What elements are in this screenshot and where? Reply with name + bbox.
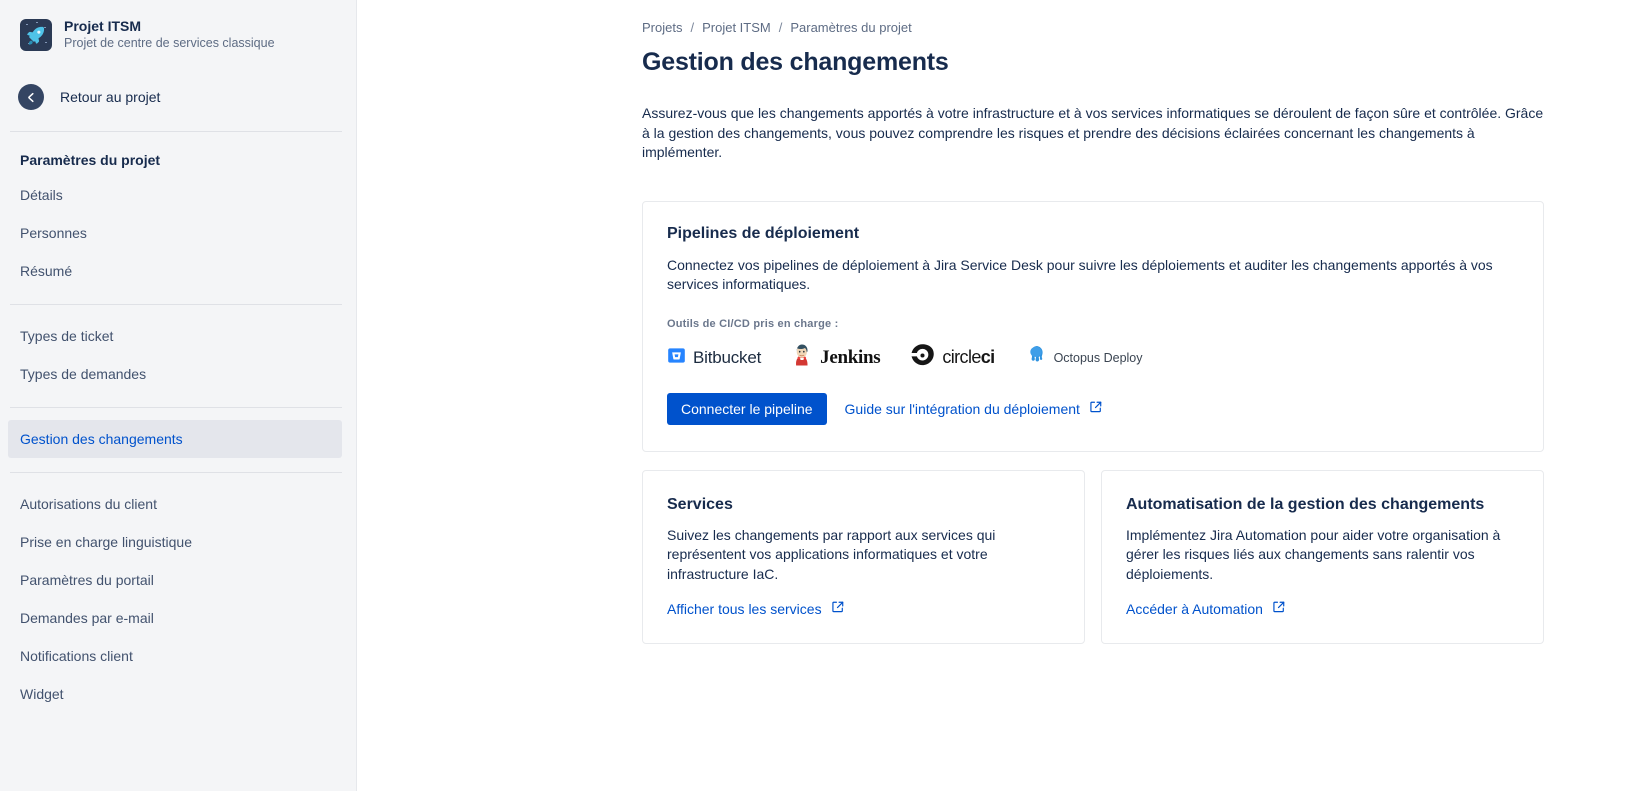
automation-card-description: Implémentez Jira Automation pour aider v…	[1126, 526, 1501, 582]
sidebar-section-customer: Autorisations du client Prise en charge …	[0, 473, 356, 713]
sidebar-section-types: Types de ticket Types de demandes	[0, 305, 356, 393]
rocket-icon	[20, 18, 52, 51]
sidebar-item-demandes-par-e-mail[interactable]: Demandes par e-mail	[8, 599, 342, 637]
sidebar-item-details[interactable]: Détails	[8, 176, 342, 214]
supported-cicd-tools-list: Bitbucket Jenkins circleci Octopus Deplo…	[667, 343, 1519, 373]
pipeline-card-title: Pipelines de déploiement	[667, 224, 860, 242]
supported-cicd-tools-label: Outils de CI/CD pris en charge :	[667, 317, 839, 330]
sidebar-item-gestion-des-changements[interactable]: Gestion des changements	[8, 420, 342, 458]
services-card: Services Suivez les changements par rapp…	[642, 469, 1085, 644]
go-to-automation-label: Accéder à Automation	[1126, 600, 1263, 617]
sidebar-item-types-de-ticket[interactable]: Types de ticket	[8, 317, 342, 355]
change-automation-card: Automatisation de la gestion des changem…	[1101, 469, 1544, 644]
app-root: Projet ITSM Projet de centre de services…	[0, 0, 1637, 791]
automation-card-title: Automatisation de la gestion des changem…	[1126, 495, 1485, 513]
sidebar-section-change: Gestion des changements	[0, 408, 356, 458]
services-card-title: Services	[667, 495, 733, 513]
sidebar-item-prise-en-charge-linguistique[interactable]: Prise en charge linguistique	[8, 523, 342, 561]
deployment-integration-guide-link[interactable]: Guide sur l'intégration du déploiement	[845, 400, 1103, 417]
services-card-description: Suivez les changements par rapport aux s…	[667, 526, 996, 582]
sidebar-item-widget[interactable]: Widget	[8, 675, 342, 713]
octopus-deploy-logo-icon	[1025, 344, 1047, 371]
view-all-services-label: Afficher tous les services	[667, 600, 822, 617]
breadcrumb-item-parametres-du-projet[interactable]: Paramètres du projet	[790, 19, 911, 37]
external-link-icon	[1272, 600, 1286, 617]
breadcrumb-separator: /	[778, 20, 783, 35]
tool-jenkins-label: Jenkins	[820, 346, 881, 368]
project-header[interactable]: Projet ITSM Projet de centre de services…	[0, 0, 356, 51]
sidebar-item-types-de-demandes[interactable]: Types de demandes	[8, 355, 342, 393]
main-content: Projets / Projet ITSM / Paramètres du pr…	[357, 0, 1637, 791]
project-subtitle: Projet de centre de services classique	[64, 36, 275, 50]
project-settings-sidebar: Projet ITSM Projet de centre de services…	[0, 0, 357, 791]
tool-circleci: circleci	[910, 343, 995, 373]
sidebar-item-autorisations-du-client[interactable]: Autorisations du client	[8, 485, 342, 523]
deployment-pipelines-card: Pipelines de déploiement Connectez vos p…	[642, 200, 1544, 452]
tool-octopus-deploy: Octopus Deploy	[1025, 344, 1143, 371]
tool-circleci-label: circleci	[942, 347, 995, 367]
secondary-cards-row: Services Suivez les changements par rapp…	[642, 469, 1544, 644]
page-title: Gestion des changements	[642, 48, 949, 76]
arrow-left-icon	[18, 84, 44, 110]
deployment-integration-guide-label: Guide sur l'intégration du déploiement	[844, 400, 1080, 417]
jenkins-logo-icon	[791, 343, 813, 372]
view-all-services-link[interactable]: Afficher tous les services	[667, 600, 1060, 617]
tool-bitbucket-label: Bitbucket	[693, 347, 762, 367]
external-link-icon	[1089, 400, 1103, 417]
back-to-project-button[interactable]: Retour au projet	[0, 77, 356, 117]
sidebar-item-resume[interactable]: Résumé	[8, 252, 342, 290]
bitbucket-logo-icon	[667, 346, 686, 370]
breadcrumb-item-projets[interactable]: Projets	[642, 19, 682, 37]
pipeline-card-description: Connectez vos pipelines de déploiement à…	[667, 256, 1493, 293]
breadcrumb-separator: /	[690, 20, 695, 35]
project-meta: Projet ITSM Projet de centre de services…	[64, 18, 275, 51]
sidebar-item-notifications-client[interactable]: Notifications client	[8, 637, 342, 675]
project-name: Projet ITSM	[64, 18, 142, 34]
page-description: Assurez-vous que les changements apporté…	[642, 105, 1544, 160]
breadcrumb: Projets / Projet ITSM / Paramètres du pr…	[642, 18, 1637, 38]
circleci-logo-icon	[910, 343, 935, 373]
connect-pipeline-button[interactable]: Connecter le pipeline	[667, 392, 827, 425]
sidebar-section-settings: Paramètres du projet Détails Personnes R…	[0, 132, 356, 290]
sidebar-item-personnes[interactable]: Personnes	[8, 214, 342, 252]
breadcrumb-item-projet-itsm[interactable]: Projet ITSM	[702, 19, 771, 37]
tool-jenkins: Jenkins	[791, 343, 881, 372]
pipeline-card-actions: Connecter le pipeline Guide sur l'intégr…	[667, 392, 1519, 425]
tool-bitbucket: Bitbucket	[667, 346, 761, 370]
external-link-icon	[831, 600, 845, 617]
tool-octopus-deploy-label: Octopus Deploy	[1053, 350, 1143, 365]
sidebar-item-parametres-du-portail[interactable]: Paramètres du portail	[8, 561, 342, 599]
go-to-automation-link[interactable]: Accéder à Automation	[1126, 600, 1519, 617]
back-to-project-label: Retour au projet	[60, 89, 161, 105]
sidebar-heading: Paramètres du projet	[20, 152, 161, 168]
